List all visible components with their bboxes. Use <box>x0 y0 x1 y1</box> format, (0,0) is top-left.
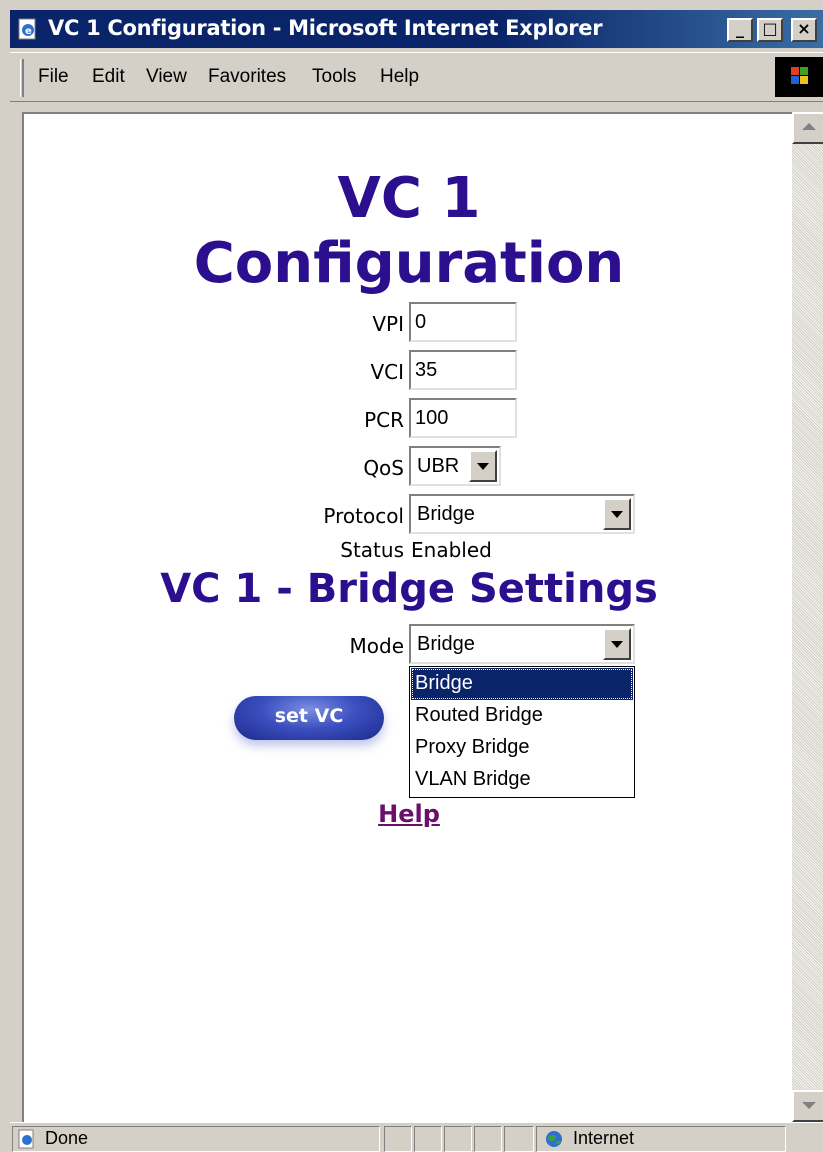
status-pane-2 <box>414 1126 442 1152</box>
globe-icon <box>546 1131 562 1147</box>
protocol-value: Bridge <box>417 503 475 525</box>
toolbar-grip[interactable] <box>20 59 24 97</box>
window-title: VC 1 Configuration - Microsoft Internet … <box>48 16 603 40</box>
scroll-up-arrow-icon[interactable] <box>792 112 823 144</box>
browser-window: e VC 1 Configuration - Microsoft Interne… <box>0 0 823 1152</box>
qos-label: QoS <box>363 456 404 480</box>
status-text: Done <box>45 1128 89 1148</box>
mode-option-proxy-bridge[interactable]: Proxy Bridge <box>411 732 633 764</box>
status-pane-3 <box>444 1126 472 1152</box>
qos-value: UBR <box>417 455 460 477</box>
menu-view[interactable]: View <box>146 66 187 88</box>
mode-option-routed-bridge[interactable]: Routed Bridge <box>411 700 633 732</box>
vpi-input[interactable]: 0 <box>409 302 517 342</box>
menu-edit[interactable]: Edit <box>92 66 125 88</box>
mode-dropdown-list: Bridge Routed Bridge Proxy Bridge VLAN B… <box>409 666 635 798</box>
page-title-line1: VC 1 <box>337 166 481 231</box>
mode-option-vlan-bridge[interactable]: VLAN Bridge <box>411 764 633 796</box>
status-pane-5 <box>504 1126 534 1152</box>
title-bar[interactable]: e VC 1 Configuration - Microsoft Interne… <box>10 10 823 48</box>
protocol-label: Protocol <box>323 504 404 528</box>
protocol-select[interactable]: Bridge <box>409 494 635 534</box>
ie-page-icon <box>18 1129 34 1149</box>
bridge-settings-heading: VC 1 - Bridge Settings <box>160 566 658 612</box>
pcr-input[interactable]: 100 <box>409 398 517 438</box>
dropdown-arrow-icon[interactable] <box>469 450 497 482</box>
set-vc-button[interactable]: set VC <box>234 696 384 740</box>
status-pane-zone: Internet <box>536 1126 786 1152</box>
dropdown-arrow-icon[interactable] <box>603 498 631 530</box>
mode-label: Mode <box>349 634 405 658</box>
menu-tools[interactable]: Tools <box>312 66 356 88</box>
page-content: VC 1 Configuration VPI 0 VCI 35 PCR 100 … <box>22 112 792 1122</box>
mode-value: Bridge <box>417 633 475 655</box>
menu-file[interactable]: File <box>38 66 69 88</box>
help-link[interactable]: Help <box>24 800 794 828</box>
status-label: Status <box>340 538 404 562</box>
vci-label: VCI <box>370 360 404 384</box>
status-bar: Done Internet <box>10 1122 823 1152</box>
status-pane-4 <box>474 1126 502 1152</box>
mode-option-bridge[interactable]: Bridge <box>411 668 633 700</box>
vertical-scrollbar[interactable] <box>792 112 823 1122</box>
ie-page-icon: e <box>18 18 36 40</box>
mode-select[interactable]: Bridge <box>409 624 635 664</box>
zone-text: Internet <box>573 1128 635 1148</box>
windows-logo-icon <box>775 57 823 97</box>
vci-input[interactable]: 35 <box>409 350 517 390</box>
pcr-label: PCR <box>364 408 404 432</box>
status-pane-1 <box>384 1126 412 1152</box>
scroll-down-arrow-icon[interactable] <box>792 1090 823 1122</box>
svg-text:e: e <box>25 26 32 37</box>
vpi-label: VPI <box>372 312 404 336</box>
close-button[interactable]: × <box>791 18 817 42</box>
maximize-button[interactable]: □ <box>757 18 783 42</box>
menu-favorites[interactable]: Favorites <box>208 66 286 88</box>
dropdown-arrow-icon[interactable] <box>603 628 631 660</box>
page-title-line2: Configuration <box>193 231 625 296</box>
menu-help[interactable]: Help <box>380 66 419 88</box>
minimize-button[interactable]: _ <box>727 18 753 42</box>
status-value: Enabled <box>411 538 492 562</box>
qos-select[interactable]: UBR <box>409 446 501 486</box>
menu-bar: File Edit View Favorites Tools Help <box>10 52 823 102</box>
status-pane-main: Done <box>12 1126 380 1152</box>
